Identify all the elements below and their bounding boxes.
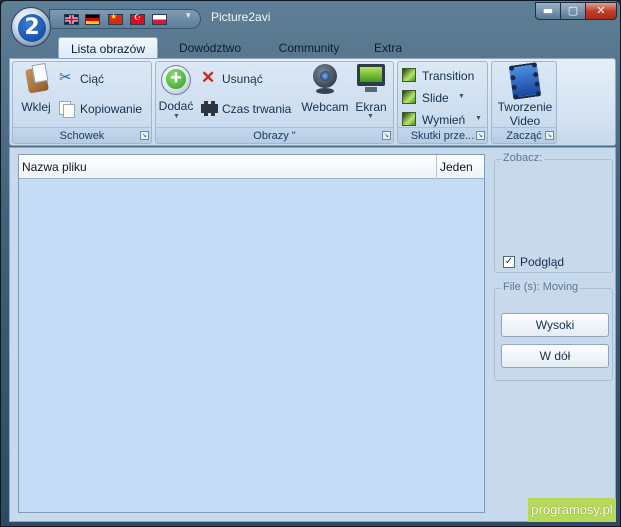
transition-button[interactable]: Transition <box>402 67 486 85</box>
move-down-button[interactable]: W dół <box>501 344 609 368</box>
poland-flag-icon[interactable] <box>152 14 167 25</box>
webcam-label: Webcam <box>301 100 349 114</box>
obrazy-launcher-icon[interactable]: ↘ <box>382 131 391 140</box>
app-window: 2 ▾ Picture2avi ▬ ▢ ✕ Lista obrazów Dowó… <box>0 0 621 527</box>
cut-button[interactable]: ✂ Ciąć <box>59 70 149 88</box>
tab-dowodztwo[interactable]: Dowództwo <box>167 37 253 59</box>
watermark: programosy.pl <box>528 498 616 522</box>
preview-checkbox-label: Podgląd <box>520 255 565 269</box>
group-obrazy: Dodać ▼ ✕ Usunąć Czas trwania Webcam <box>155 61 394 144</box>
uk-flag-icon[interactable] <box>64 14 79 25</box>
app-logo-icon: 2 <box>18 14 46 42</box>
tab-lista-obrazow[interactable]: Lista obrazów <box>58 37 158 59</box>
replace-label: Wymień <box>422 113 466 127</box>
slide-dropdown-icon: ▼ <box>458 93 465 100</box>
group-label-skutki: Skutki prze... <box>398 127 487 143</box>
germany-flag-icon[interactable] <box>85 14 100 25</box>
add-dropdown-icon: ▼ <box>173 113 180 120</box>
tab-community[interactable]: Community <box>266 37 352 59</box>
main-content: Nazwa pliku Jeden Zobacz: ✓ Podgląd File… <box>9 147 616 522</box>
slide-icon <box>402 90 416 104</box>
screen-dropdown-icon: ▼ <box>367 113 374 120</box>
tab-extra[interactable]: Extra <box>358 37 418 59</box>
paste-icon <box>23 62 49 94</box>
webcam-icon <box>310 64 340 96</box>
transition-icon <box>402 68 416 82</box>
checkbox-checked-icon[interactable]: ✓ <box>503 256 515 268</box>
remove-label: Usunąć <box>222 72 263 86</box>
screen-icon <box>357 64 385 94</box>
webcam-button[interactable]: Webcam <box>299 64 351 126</box>
preview-group: Zobacz: ✓ Podgląd <box>494 152 613 273</box>
create-video-label-1: Tworzenie <box>497 100 553 114</box>
slide-label: Slide <box>422 91 449 105</box>
remove-icon: ✕ <box>201 68 216 87</box>
paste-label: Wklej <box>21 100 51 114</box>
close-button[interactable]: ✕ <box>585 2 617 20</box>
duration-label: Czas trwania <box>222 102 292 116</box>
preview-checkbox[interactable]: ✓ Podgląd <box>503 255 564 269</box>
create-video-button[interactable]: Tworzenie Video <box>493 62 557 128</box>
group-label-obrazy: Obrazy " <box>156 127 393 143</box>
maximize-button[interactable]: ▢ <box>560 2 586 20</box>
window-title: Picture2avi <box>211 10 271 24</box>
group-schowek: Wklej ✂ Ciąć Kopiowanie Schowek ↘ <box>12 61 152 144</box>
app-menu-button[interactable]: 2 <box>11 7 51 47</box>
slide-button[interactable]: Slide ▼ <box>402 89 486 107</box>
transition-label: Transition <box>422 69 475 83</box>
replace-icon <box>402 112 416 126</box>
film-icon <box>201 101 218 116</box>
cut-label: Ciąć <box>80 72 105 86</box>
quick-access-toolbar: ▾ <box>49 9 201 29</box>
add-label: Dodać <box>158 99 194 113</box>
zaczac-launcher-icon[interactable]: ↘ <box>545 131 554 140</box>
add-button[interactable]: Dodać ▼ <box>158 64 194 126</box>
preview-legend: Zobacz: <box>501 152 545 164</box>
screen-label: Ekran <box>355 100 387 114</box>
remove-button[interactable]: ✕ Usunąć <box>201 68 281 88</box>
china-flag-icon[interactable] <box>108 12 123 25</box>
copy-button[interactable]: Kopiowanie <box>59 100 151 118</box>
ribbon: Wklej ✂ Ciąć Kopiowanie Schowek ↘ Dodać … <box>9 58 616 146</box>
qat-customize-icon[interactable]: ▾ <box>186 11 191 21</box>
replace-dropdown-icon: ▼ <box>475 115 482 122</box>
column-header-one[interactable]: Jeden <box>437 155 484 179</box>
column-header-filename[interactable]: Nazwa pliku <box>19 155 437 179</box>
create-video-icon <box>508 62 542 100</box>
create-video-label-2: Video <box>509 114 541 128</box>
file-list-header: Nazwa pliku Jeden <box>19 155 484 179</box>
ribbon-tabs: Lista obrazów Dowództwo Community Extra <box>1 35 621 59</box>
paste-button[interactable]: Wklej <box>16 62 56 126</box>
moving-legend: File (s): Moving <box>501 281 581 293</box>
moving-group: File (s): Moving Wysoki W dół <box>494 281 613 381</box>
group-zaczac: Tworzenie Video Zacząć ↘ <box>491 61 557 144</box>
title-bar: 2 ▾ Picture2avi ▬ ▢ ✕ <box>1 1 621 47</box>
duration-button[interactable]: Czas trwania <box>201 100 296 118</box>
group-skutki: Transition Slide ▼ Wymień ▼ Skutki prze.… <box>397 61 488 144</box>
copy-icon <box>59 101 75 118</box>
screen-button[interactable]: Ekran ▼ <box>353 64 389 126</box>
copy-label: Kopiowanie <box>80 102 143 116</box>
group-label-schowek: Schowek <box>13 127 151 143</box>
add-icon <box>161 65 191 95</box>
scissors-icon: ✂ <box>59 69 72 86</box>
turkey-flag-icon[interactable] <box>130 13 145 25</box>
file-list[interactable]: Nazwa pliku Jeden <box>18 154 485 513</box>
minimize-button[interactable]: ▬ <box>535 2 561 20</box>
skutki-launcher-icon[interactable]: ↘ <box>476 131 485 140</box>
move-up-button[interactable]: Wysoki <box>501 313 609 337</box>
schowek-launcher-icon[interactable]: ↘ <box>140 131 149 140</box>
